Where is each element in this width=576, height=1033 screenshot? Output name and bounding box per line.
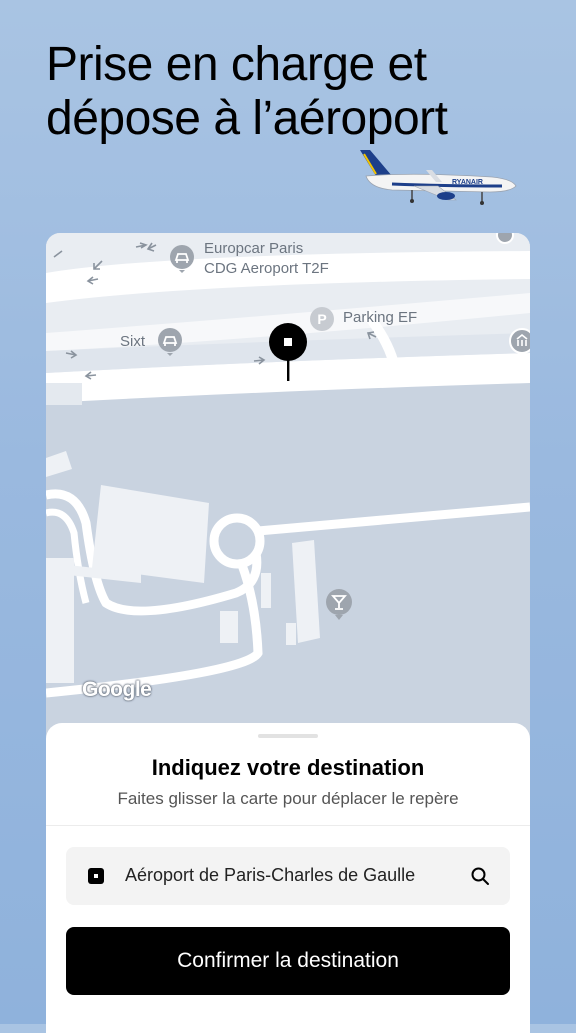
sheet-title: Indiquez votre destination xyxy=(151,755,425,780)
map-view[interactable]: Europcar Paris CDG Aeroport T2F P Parkin… xyxy=(46,233,530,753)
poi-sixt-label: Sixt xyxy=(120,333,146,350)
poi-icon xyxy=(496,233,514,244)
confirm-destination-button[interactable]: Confirmer la destination xyxy=(66,927,510,995)
headline-line-1: Prise en charge et xyxy=(46,38,427,91)
sheet-divider xyxy=(46,825,530,826)
destination-square-icon xyxy=(88,868,104,884)
google-attribution: Google xyxy=(82,678,152,701)
museum-icon[interactable] xyxy=(508,327,530,357)
destination-value[interactable]: Aéroport de Paris-Charles de Gaulle xyxy=(125,865,455,886)
sheet-drag-handle[interactable] xyxy=(258,734,318,738)
poi-europcar-label: Europcar Paris CDG Aeroport T2F xyxy=(204,239,329,279)
destination-sheet: Indiquez votre destination Faites glisse… xyxy=(46,723,530,1033)
parking-icon[interactable]: P xyxy=(308,305,336,333)
car-rental-icon[interactable] xyxy=(157,327,183,357)
parking-letter: P xyxy=(317,311,326,327)
poi-parking-label: Parking EF xyxy=(343,309,418,326)
car-rental-icon[interactable] xyxy=(169,244,195,274)
headline: Prise en charge et dépose à l’aéroport xyxy=(46,38,546,146)
plane-livery-text: RYANAIR xyxy=(452,179,483,186)
headline-line-2: dépose à l’aéroport xyxy=(46,92,448,145)
bar-icon[interactable] xyxy=(325,588,353,622)
phone-frame: Europcar Paris CDG Aeroport T2F P Parkin… xyxy=(46,233,530,1033)
location-pin-icon[interactable] xyxy=(268,322,308,382)
search-icon[interactable] xyxy=(470,866,490,886)
sheet-subtitle: Faites glisser la carte pour déplacer le… xyxy=(117,789,459,808)
poi-europcar-line2: CDG Aeroport T2F xyxy=(204,260,329,277)
poi-europcar-line1: Europcar Paris xyxy=(204,240,304,257)
airplane-illustration: RYANAIR xyxy=(360,150,517,205)
destination-field[interactable]: Aéroport de Paris-Charles de Gaulle xyxy=(66,847,510,905)
